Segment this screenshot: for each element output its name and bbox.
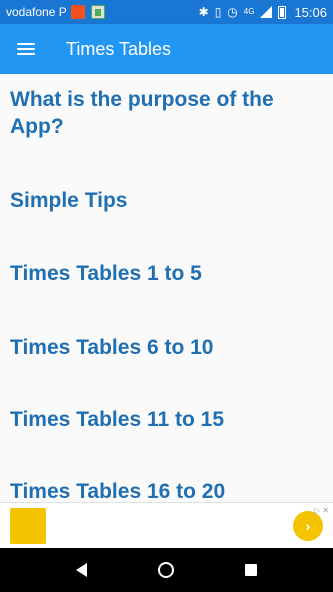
vibrate-icon: ▯	[214, 5, 222, 19]
ad-logo[interactable]	[10, 507, 46, 544]
menu-button[interactable]	[0, 24, 52, 74]
app-title: Times Tables	[66, 38, 172, 59]
menu-item-tables-11-15[interactable]: Times Tables 11 to 15	[10, 406, 310, 433]
bluetooth-icon: ✱	[198, 5, 209, 19]
recents-icon[interactable]	[245, 564, 258, 576]
app-orange-icon	[70, 5, 85, 19]
menu-item-purpose[interactable]: What is the purpose of the App?	[10, 86, 310, 140]
status-icons: ✱ ▯ ◷ 4G 15:06	[199, 5, 327, 20]
carrier-name: vodafone P	[6, 5, 67, 19]
app-bar: Times Tables	[0, 24, 333, 74]
menu-item-tables-6-10[interactable]: Times Tables 6 to 10	[10, 334, 310, 361]
menu-item-simple-tips[interactable]: Simple Tips	[10, 187, 310, 214]
signal-icon	[260, 6, 273, 18]
nav-bar	[0, 548, 333, 592]
ad-cta-button[interactable]: ›	[293, 510, 323, 541]
ad-banner[interactable]: › ▷ ✕	[0, 502, 333, 548]
hamburger-menu-icon	[17, 43, 35, 55]
battery-icon	[278, 5, 287, 19]
menu-list[interactable]: What is the purpose of the App? Simple T…	[0, 74, 333, 502]
menu-item-tables-1-5[interactable]: Times Tables 1 to 5	[10, 260, 310, 287]
clock: 15:06	[294, 4, 327, 20]
chevron-right-icon: ›	[305, 517, 311, 534]
menu-item-tables-16-20[interactable]: Times Tables 16 to 20	[10, 478, 310, 502]
ad-choices-icon[interactable]: ▷ ✕	[314, 506, 329, 515]
alarm-icon: ◷	[227, 5, 238, 19]
battery-saver-app-icon	[90, 5, 105, 19]
status-bar: vodafone P ✱ ▯ ◷ 4G 15:06	[0, 0, 333, 24]
home-icon[interactable]	[157, 562, 174, 578]
back-icon[interactable]	[75, 563, 87, 577]
network-type: 4G	[243, 7, 255, 16]
